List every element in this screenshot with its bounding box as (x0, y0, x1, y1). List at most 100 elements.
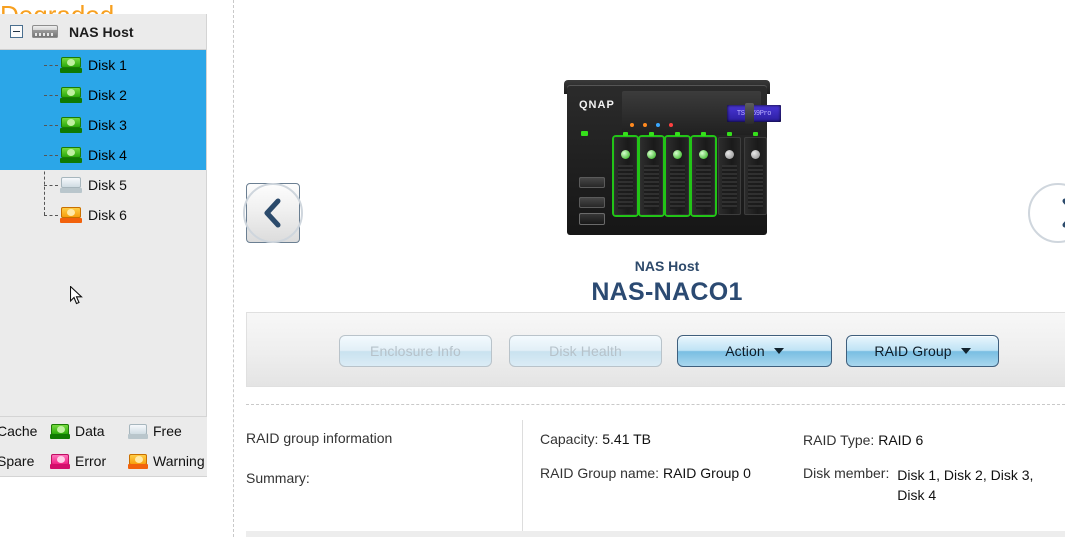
disk-data-icon (60, 147, 82, 163)
disk-free-icon (60, 177, 82, 193)
disk-data-icon (60, 57, 82, 73)
summary-field: Summary: (246, 470, 310, 486)
section-divider-horizontal (246, 404, 1065, 405)
summary-label: Summary: (246, 470, 310, 486)
raid-type-value: RAID 6 (878, 432, 924, 448)
tree-branch-line (44, 155, 58, 156)
legend-item-error: Error (50, 453, 128, 469)
nas-host-icon (32, 25, 58, 38)
raid-type-field: RAID Type: RAID 6 (803, 432, 923, 448)
panel-divider-vertical (233, 0, 234, 537)
tree-branch-line (44, 65, 58, 66)
chevron-down-icon (773, 348, 784, 354)
enclosure-manager-screen: NAS Host Disk 1 Disk 2 Disk 3 Disk 4 Dis… (0, 0, 1065, 537)
chevron-down-icon (960, 348, 971, 354)
chevron-left-icon (264, 198, 281, 228)
status-leds (630, 123, 673, 127)
drive-bays (614, 132, 767, 215)
legend-item-warning: Warning (128, 453, 206, 469)
disk-data-icon (60, 117, 82, 133)
tree-item-disk-2[interactable]: Disk 2 (0, 80, 206, 110)
disk-data-icon (60, 87, 82, 103)
action-toolbar: Enclosure Info Disk Health Action RAID G… (246, 312, 1065, 387)
legend-label: Free (153, 423, 182, 439)
action-button[interactable]: Action (677, 335, 832, 367)
drive-bay-2 (640, 132, 663, 215)
tree-branch-line (44, 215, 58, 216)
disk-error-icon (50, 453, 70, 469)
enclosure-info-button[interactable]: Enclosure Info (339, 335, 492, 367)
tree-item-label: Disk 6 (88, 207, 127, 223)
tree-item-disk-4[interactable]: Disk 4 (0, 140, 206, 170)
drive-bay-4 (692, 132, 715, 215)
tree-item-label: Disk 5 (88, 177, 127, 193)
disk-health-button[interactable]: Disk Health (509, 335, 662, 367)
capacity-field: Capacity: 5.41 TB (540, 431, 651, 447)
raid-group-name-value: RAID Group 0 (662, 465, 751, 481)
collapse-toggle-icon[interactable] (10, 25, 23, 38)
disk-data-icon (50, 423, 70, 439)
tree-node-label: NAS Host (69, 23, 134, 40)
legend-label: Cache (0, 423, 38, 439)
button-label: Action (725, 343, 765, 359)
tree-item-disk-3[interactable]: Disk 3 (0, 110, 206, 140)
raid-type-label: RAID Type: (803, 432, 875, 448)
tree-node-nas-host[interactable]: NAS Host (0, 14, 206, 50)
capacity-value: 5.41 TB (602, 431, 652, 447)
disk-member-value: Disk 1, Disk 2, Disk 3, Disk 4 (897, 467, 1034, 503)
legend-label: Spare (0, 453, 35, 469)
tree-item-label: Disk 4 (88, 147, 127, 163)
legend-row-1: Cache Data Free (0, 423, 207, 439)
front-button-2 (579, 197, 605, 208)
drive-bay-5 (718, 132, 741, 215)
power-led-icon (581, 131, 588, 136)
device-name: NAS-NACO1 (591, 278, 743, 306)
legend-item-cache: Cache (0, 423, 50, 439)
disk-free-icon (128, 423, 148, 439)
legend-row-2: Spare Error Warning (0, 453, 207, 469)
raid-group-button[interactable]: RAID Group (846, 335, 999, 367)
legend-item-free: Free (128, 423, 206, 439)
disk-tree-sidebar: NAS Host Disk 1 Disk 2 Disk 3 Disk 4 Dis… (0, 14, 207, 477)
front-panel: TS-669Pro (622, 91, 781, 135)
tree-branch-line (44, 95, 58, 96)
tree-branch-line (44, 125, 58, 126)
lcd-display: TS-669Pro (727, 105, 781, 122)
button-label: Enclosure Info (370, 343, 461, 359)
mouse-cursor (70, 286, 83, 305)
device-subtitle: NAS Host (634, 258, 700, 274)
raid-info-title-label: RAID group information (246, 430, 393, 446)
chevron-right-icon (1062, 198, 1065, 228)
lcd-buttons (745, 103, 754, 124)
disk-member-field: Disk member: Disk 1, Disk 2, Disk 3, Dis… (803, 465, 1063, 505)
tree-item-disk-6[interactable]: Disk 6 (0, 200, 206, 230)
disk-tree-list: Disk 1 Disk 2 Disk 3 Disk 4 Disk 5 Disk … (0, 50, 206, 230)
tree-item-disk-1[interactable]: Disk 1 (0, 50, 206, 80)
tree-item-label: Disk 3 (88, 117, 127, 133)
disk-warning-icon (60, 207, 82, 223)
disk-member-label: Disk member: (803, 465, 890, 481)
legend-item-spare: Spare (0, 453, 50, 469)
usb-port (579, 213, 605, 225)
tree-branch-line (44, 185, 58, 186)
brand-logo: QNAP (579, 99, 615, 111)
legend-label: Warning (153, 453, 205, 469)
raid-info-title: RAID group information (246, 430, 392, 446)
button-label: RAID Group (874, 343, 952, 359)
drive-bay-3 (666, 132, 689, 215)
capacity-label: Capacity: (540, 431, 599, 447)
tree-item-disk-5[interactable]: Disk 5 (0, 170, 206, 200)
raid-group-name-label: RAID Group name: (540, 465, 660, 481)
nas-device-image: QNAP TS-669Pro (564, 80, 781, 235)
legend-item-data: Data (50, 423, 128, 439)
disk-status-legend: Cache Data Free Spare Error Warning (0, 416, 207, 476)
column-divider (522, 420, 523, 537)
tree-item-label: Disk 2 (88, 87, 127, 103)
legend-label: Error (75, 453, 107, 469)
drive-bay-1 (614, 132, 637, 215)
button-label: Disk Health (549, 343, 622, 359)
next-enclosure-button[interactable] (1028, 183, 1065, 243)
previous-enclosure-button[interactable] (243, 183, 303, 243)
device-title-block: NAS Host NAS-NACO1 (246, 258, 1065, 307)
disk-warning-icon (128, 453, 148, 469)
